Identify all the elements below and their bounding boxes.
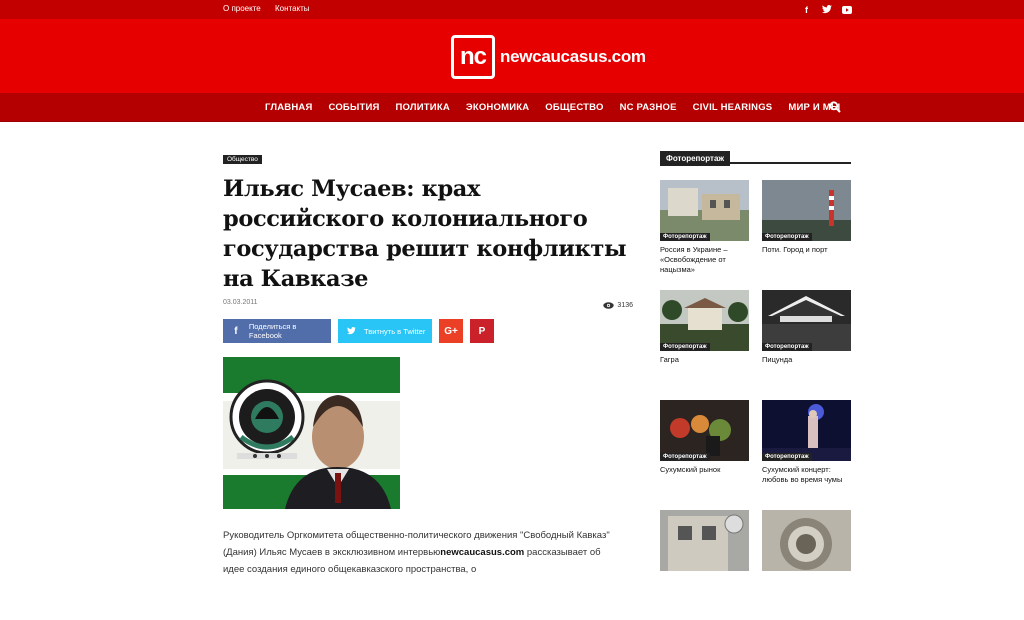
share-twitter-button[interactable]: Твитнуть в Twitter bbox=[338, 319, 432, 343]
share-bar: f Поделиться в Facebook Твитнуть в Twitt… bbox=[223, 319, 633, 343]
share-facebook-button[interactable]: f Поделиться в Facebook bbox=[223, 319, 331, 343]
nav-item-nc-misc[interactable]: NC РАЗНОЕ bbox=[612, 102, 685, 113]
photo-card[interactable]: Фоторепортаж Поти. Город и порт bbox=[762, 180, 851, 290]
photo-tag[interactable]: Фоторепортаж bbox=[762, 453, 812, 461]
views-count: 3136 bbox=[617, 301, 633, 309]
photo-thumb[interactable] bbox=[660, 510, 749, 571]
twitter-icon bbox=[338, 327, 364, 335]
photo-card[interactable]: Фоторепортаж Сухумский рынок bbox=[660, 400, 749, 510]
search-icon[interactable] bbox=[829, 101, 841, 113]
photo-tag[interactable]: Фоторепортаж bbox=[660, 343, 710, 351]
logo-mark: nc bbox=[451, 35, 495, 79]
sidebar-title: Фоторепортаж bbox=[660, 151, 731, 166]
photo-thumb[interactable]: Фоторепортаж bbox=[762, 400, 851, 461]
about-link[interactable]: О проекте bbox=[223, 4, 261, 13]
nav-item-society[interactable]: ОБЩЕСТВО bbox=[537, 102, 611, 113]
site-logo[interactable]: nc newcaucasus.com bbox=[451, 35, 646, 79]
article-title: Ильяс Мусаев: крах российского колониаль… bbox=[223, 176, 627, 292]
youtube-icon[interactable] bbox=[841, 4, 852, 15]
article-date: 03.03.2011 bbox=[223, 299, 258, 306]
twitter-icon[interactable] bbox=[821, 4, 832, 15]
views-counter: 3136 bbox=[603, 299, 633, 311]
photo-title[interactable]: Сухумский рынок bbox=[660, 465, 749, 475]
nav-item-events[interactable]: СОБЫТИЯ bbox=[321, 102, 388, 113]
category-badge[interactable]: Общество bbox=[223, 155, 262, 164]
share-gplus-button[interactable]: G+ bbox=[439, 319, 463, 343]
logo-name: newcaucasus.com bbox=[500, 47, 646, 66]
photo-title[interactable]: Россия в Украине – «Освобождение от нацы… bbox=[660, 245, 749, 275]
photo-card[interactable]: Фоторепортаж Сухумский концерт: любовь в… bbox=[762, 400, 851, 510]
photo-title[interactable]: Поти. Город и порт bbox=[762, 245, 851, 255]
photo-tag[interactable]: Фоторепортаж bbox=[660, 453, 710, 461]
facebook-icon: f bbox=[234, 325, 238, 337]
facebook-icon[interactable]: f bbox=[801, 4, 812, 15]
photo-title[interactable]: Сухумский концерт: любовь во время чумы bbox=[762, 465, 851, 485]
photo-tag[interactable]: Фоторепортаж bbox=[762, 233, 812, 241]
sidebar: Фоторепортаж Фоторепортаж Россия в Украи… bbox=[660, 148, 851, 620]
photo-card[interactable] bbox=[660, 510, 749, 620]
photo-thumb[interactable]: Фоторепортаж bbox=[762, 180, 851, 241]
photo-thumb[interactable]: Фоторепортаж bbox=[762, 290, 851, 351]
contacts-link[interactable]: Контакты bbox=[275, 4, 310, 13]
photo-thumb[interactable]: Фоторепортаж bbox=[660, 290, 749, 351]
photo-card[interactable]: Фоторепортаж Россия в Украине – «Освобож… bbox=[660, 180, 749, 290]
site-header: nc newcaucasus.com bbox=[0, 19, 1024, 93]
top-bar: О проекте Контакты f bbox=[0, 0, 1024, 19]
photo-thumb[interactable]: Фоторепортаж bbox=[660, 400, 749, 461]
article-body: Руководитель Оргкомитета общественно-пол… bbox=[223, 527, 623, 578]
nav-item-politics[interactable]: ПОЛИТИКА bbox=[388, 102, 458, 113]
nav-item-home[interactable]: ГЛАВНАЯ bbox=[257, 102, 321, 113]
photo-tag[interactable]: Фоторепортаж bbox=[660, 233, 710, 241]
eye-icon bbox=[603, 301, 615, 309]
photo-title[interactable]: Пицунда bbox=[762, 355, 851, 365]
nav-item-economy[interactable]: ЭКОНОМИКА bbox=[458, 102, 537, 113]
photo-card[interactable] bbox=[762, 510, 851, 620]
main-nav: ГЛАВНАЯ СОБЫТИЯ ПОЛИТИКА ЭКОНОМИКА ОБЩЕС… bbox=[0, 93, 1024, 122]
site-mention-link[interactable]: newcaucasus.com bbox=[440, 547, 524, 558]
photo-thumb[interactable] bbox=[762, 510, 851, 571]
photo-thumb[interactable]: Фоторепортаж bbox=[660, 180, 749, 241]
share-twitter-label: Твитнуть в Twitter bbox=[364, 326, 426, 336]
photo-title[interactable]: Гагра bbox=[660, 355, 749, 365]
nav-item-civil-hearings[interactable]: CIVIL HEARINGS bbox=[685, 102, 781, 113]
article-photo bbox=[223, 357, 400, 509]
share-facebook-label: Поделиться в Facebook bbox=[248, 322, 297, 340]
share-pinterest-button[interactable]: P bbox=[470, 319, 494, 343]
photo-card[interactable]: Фоторепортаж Гагра bbox=[660, 290, 749, 400]
photo-card[interactable]: Фоторепортаж Пицунда bbox=[762, 290, 851, 400]
photo-tag[interactable]: Фоторепортаж bbox=[762, 343, 812, 351]
article: Общество Ильяс Мусаев: крах российского … bbox=[223, 148, 633, 578]
